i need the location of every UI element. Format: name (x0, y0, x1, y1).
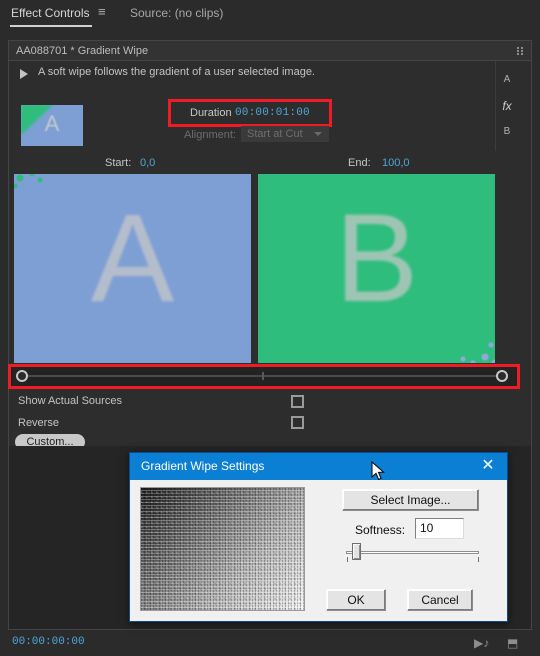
export-frame-icon[interactable]: ⬒ (507, 636, 518, 650)
effect-header-name: AA088701 * Gradient Wipe (16, 45, 149, 57)
effect-description-row: A soft wipe follows the gradient of a us… (18, 64, 518, 84)
softness-slider-track[interactable] (346, 551, 479, 554)
disclosure-triangle-icon[interactable] (20, 69, 28, 79)
softness-tick-max (478, 557, 479, 562)
reverse-checkbox[interactable] (291, 416, 304, 429)
dialog-title-bar[interactable]: Gradient Wipe Settings ✕ (130, 453, 507, 480)
panel-tab-bar: Effect Controls ≡ Source: (no clips) (0, 0, 540, 36)
gradient-noise-layer-2 (141, 488, 304, 610)
resize-grip-icon[interactable] (517, 47, 525, 56)
timecode-display[interactable]: 00:00:00:00 (12, 636, 85, 648)
preview-b-artifact (447, 333, 495, 363)
wipe-slider-start-handle[interactable] (16, 370, 28, 382)
show-actual-sources-checkbox[interactable] (291, 395, 304, 408)
panel-menu-icon[interactable]: ≡ (98, 5, 106, 19)
effect-description: A soft wipe follows the gradient of a us… (38, 66, 315, 78)
effect-thumbnail[interactable]: A (21, 105, 83, 146)
alignment-dropdown[interactable]: Start at Cut (241, 126, 329, 142)
status-bar: 00:00:00:00 ▶♪ ⬒ (0, 632, 540, 656)
softness-tick-min (347, 557, 348, 562)
ok-button[interactable]: OK (326, 589, 386, 611)
tab-active-underline (10, 25, 92, 27)
cancel-button[interactable]: Cancel (407, 589, 473, 611)
effect-header-strip[interactable]: AA088701 * Gradient Wipe (8, 40, 532, 61)
preview-pane-a[interactable]: A (14, 174, 251, 363)
duration-value[interactable]: 00:00:01:00 (235, 107, 310, 119)
end-value[interactable]: 100,0 (382, 157, 410, 169)
track-label-fx: fx (502, 99, 512, 113)
chevron-down-icon (314, 132, 322, 136)
softness-input[interactable]: 10 (415, 518, 464, 539)
wipe-slider-end-handle[interactable] (496, 370, 508, 382)
track-label-a: A (503, 74, 511, 85)
show-actual-sources-label: Show Actual Sources (18, 395, 122, 407)
end-label: End: (348, 157, 371, 169)
mouse-cursor-icon (371, 461, 385, 481)
gradient-wipe-settings-dialog: Gradient Wipe Settings ✕ Select Image...… (129, 452, 508, 622)
select-image-button[interactable]: Select Image... (342, 489, 479, 511)
preview-a-artifact (14, 174, 54, 196)
start-value[interactable]: 0,0 (140, 157, 155, 169)
play-audio-icon[interactable]: ▶♪ (474, 636, 489, 650)
effect-controls-window: Effect Controls ≡ Source: (no clips) AA0… (0, 0, 540, 656)
duration-label: Duration (190, 107, 232, 119)
track-label-column: A fx B (495, 61, 525, 151)
wipe-slider-track[interactable] (24, 375, 504, 377)
tab-effect-controls[interactable]: Effect Controls (11, 6, 89, 20)
alignment-label: Alignment: (184, 129, 236, 141)
thumbnail-letter: A (44, 111, 60, 136)
start-label: Start: (105, 157, 132, 169)
dialog-title: Gradient Wipe Settings (141, 459, 265, 473)
alignment-value: Start at Cut (247, 128, 303, 140)
close-icon[interactable]: ✕ (479, 457, 497, 475)
source-clip-label: Source: (no clips) (130, 6, 224, 20)
preview-pane-b[interactable]: B (258, 174, 495, 363)
softness-slider-handle[interactable] (352, 543, 361, 560)
reverse-label: Reverse (18, 417, 59, 429)
preview-a-letter: A (90, 189, 175, 328)
wipe-slider-center-tick (262, 372, 264, 380)
preview-b-letter: B (334, 189, 419, 328)
track-label-b: B (503, 126, 511, 137)
softness-label: Softness: (355, 523, 406, 537)
gradient-image-preview[interactable] (140, 487, 305, 611)
